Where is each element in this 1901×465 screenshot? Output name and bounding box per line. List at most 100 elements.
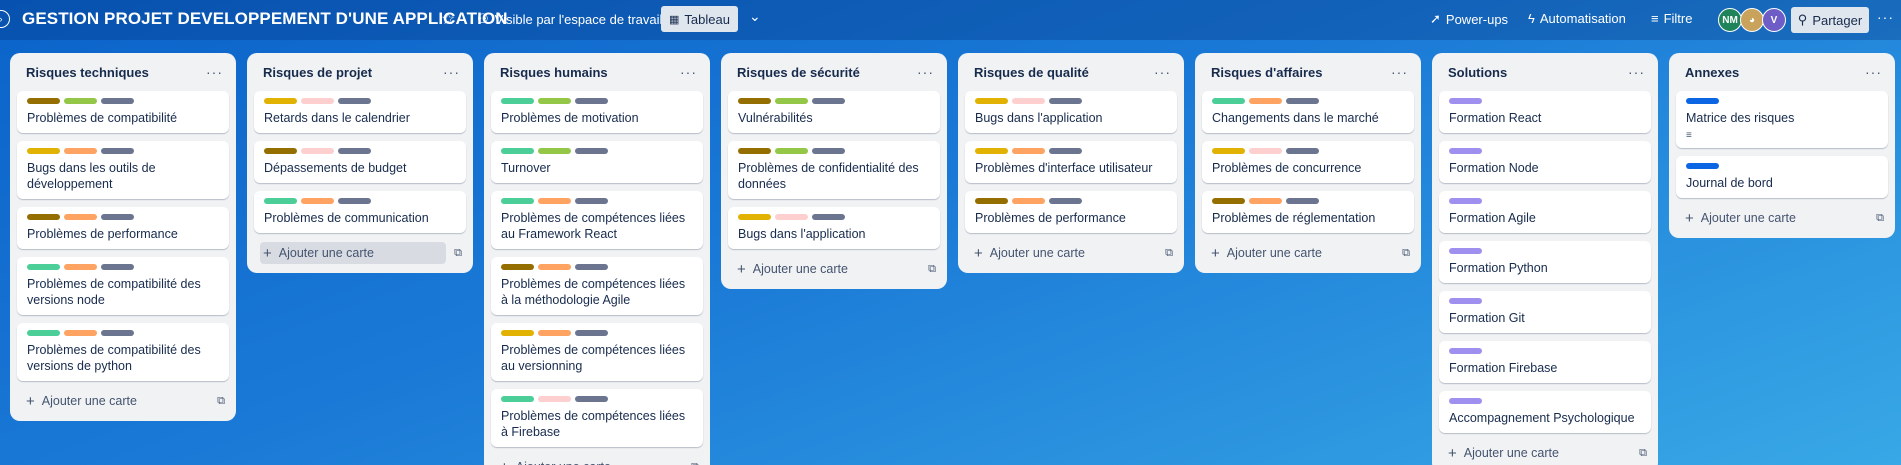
card-label-orange[interactable]	[1012, 198, 1045, 204]
card-label-green[interactable]	[501, 396, 534, 402]
card-label-gray[interactable]	[1049, 148, 1082, 154]
card[interactable]: Formation Python	[1439, 241, 1651, 283]
add-card-button[interactable]: + Ajouter une carte	[23, 390, 140, 412]
card-label-brown[interactable]	[738, 148, 771, 154]
list-title[interactable]: Risques de qualité	[974, 65, 1089, 80]
card-label-gray[interactable]	[575, 98, 608, 104]
card-label-purple[interactable]	[1449, 298, 1482, 304]
card-label-yellow[interactable]	[975, 148, 1008, 154]
card-label-orange[interactable]	[1012, 148, 1045, 154]
add-card-button[interactable]: + Ajouter une carte	[1682, 207, 1799, 229]
list-menu-icon[interactable]: ···	[443, 64, 460, 80]
card-label-purple[interactable]	[1449, 98, 1482, 104]
card[interactable]: Problèmes de performance	[17, 207, 229, 249]
card[interactable]: Formation Node	[1439, 141, 1651, 183]
card-label-gray[interactable]	[1286, 98, 1319, 104]
card[interactable]: Problèmes d'interface utilisateur	[965, 141, 1177, 183]
card-label-gray[interactable]	[101, 264, 134, 270]
card-label-orange[interactable]	[64, 330, 97, 336]
card-label-orange[interactable]	[538, 330, 571, 336]
card-label-lime[interactable]	[775, 148, 808, 154]
card-label-gray[interactable]	[812, 148, 845, 154]
card-label-brown[interactable]	[27, 214, 60, 220]
card-label-brown[interactable]	[1212, 198, 1245, 204]
template-icon[interactable]: ⧉	[1876, 212, 1884, 225]
card-label-blue[interactable]	[1686, 98, 1719, 104]
card-label-purple[interactable]	[1449, 248, 1482, 254]
card[interactable]: Journal de bord	[1676, 156, 1888, 198]
card[interactable]: Problèmes de réglementation	[1202, 191, 1414, 233]
card[interactable]: Problèmes de compatibilité des versions …	[17, 323, 229, 381]
card[interactable]: Problèmes de compatibilité	[17, 91, 229, 133]
card[interactable]: Turnover	[491, 141, 703, 183]
visibility-button[interactable]: ⚇ Visible par l'espace de travail	[477, 11, 662, 27]
card-label-gray[interactable]	[338, 148, 371, 154]
card-label-gray[interactable]	[575, 396, 608, 402]
template-icon[interactable]: ⧉	[217, 395, 225, 408]
card[interactable]: Problèmes de compatibilité des versions …	[17, 257, 229, 315]
card-label-gray[interactable]	[101, 98, 134, 104]
card-label-orange[interactable]	[64, 264, 97, 270]
automation-button[interactable]: ϟ Automatisation	[1528, 11, 1626, 26]
chevron-down-icon[interactable]: ⌄	[749, 8, 761, 25]
card[interactable]: Bugs dans l'application	[965, 91, 1177, 133]
card-label-brown[interactable]	[501, 264, 534, 270]
card-label-yellow[interactable]	[264, 98, 297, 104]
card-label-lime[interactable]	[538, 148, 571, 154]
avatar-photo[interactable]: ◕	[1740, 8, 1764, 32]
card-label-yellow[interactable]	[501, 330, 534, 336]
card-label-pink[interactable]	[775, 214, 808, 220]
list-menu-icon[interactable]: ···	[1865, 64, 1882, 80]
add-card-button[interactable]: + Ajouter une carte	[971, 242, 1088, 264]
card-label-yellow[interactable]	[738, 214, 771, 220]
card[interactable]: Formation Agile	[1439, 191, 1651, 233]
card-label-pink[interactable]	[1012, 98, 1045, 104]
list-menu-icon[interactable]: ···	[206, 64, 223, 80]
card-label-orange[interactable]	[1249, 98, 1282, 104]
card-label-orange[interactable]	[64, 148, 97, 154]
card[interactable]: Problèmes de compétences liées à la méth…	[491, 257, 703, 315]
sidebar-toggle-icon[interactable]: ›	[0, 10, 10, 28]
card-label-green[interactable]	[501, 148, 534, 154]
card[interactable]: Problèmes de compétences liées à Firebas…	[491, 389, 703, 447]
card[interactable]: Vulnérabilités	[728, 91, 940, 133]
card-label-orange[interactable]	[301, 198, 334, 204]
card-label-lime[interactable]	[64, 98, 97, 104]
card-label-gray[interactable]	[338, 198, 371, 204]
template-icon[interactable]: ⧉	[454, 247, 462, 260]
card-label-orange[interactable]	[538, 264, 571, 270]
card-label-yellow[interactable]	[27, 148, 60, 154]
avatar[interactable]: V	[1762, 8, 1786, 32]
template-icon[interactable]: ⧉	[928, 263, 936, 276]
card-label-purple[interactable]	[1449, 348, 1482, 354]
card-label-brown[interactable]	[975, 198, 1008, 204]
card[interactable]: Problèmes de performance	[965, 191, 1177, 233]
card[interactable]: Problèmes de communication	[254, 191, 466, 233]
card-label-green[interactable]	[27, 330, 60, 336]
filter-button[interactable]: ≡ Filtre	[1651, 11, 1692, 26]
card-label-pink[interactable]	[1249, 148, 1282, 154]
card-label-pink[interactable]	[301, 98, 334, 104]
card-label-gray[interactable]	[101, 214, 134, 220]
avatar[interactable]: NM	[1718, 8, 1742, 32]
card-label-gray[interactable]	[1049, 198, 1082, 204]
card-label-brown[interactable]	[738, 98, 771, 104]
card-label-pink[interactable]	[538, 396, 571, 402]
card-label-gray[interactable]	[575, 198, 608, 204]
list-title[interactable]: Risques techniques	[26, 65, 149, 80]
list-menu-icon[interactable]: ···	[1391, 64, 1408, 80]
card-label-green[interactable]	[501, 198, 534, 204]
card[interactable]: Problèmes de confidentialité des données	[728, 141, 940, 199]
template-icon[interactable]: ⧉	[1639, 447, 1647, 460]
card-label-gray[interactable]	[575, 148, 608, 154]
list-title[interactable]: Risques humains	[500, 65, 608, 80]
card-label-green[interactable]	[27, 264, 60, 270]
list-menu-icon[interactable]: ···	[1154, 64, 1171, 80]
card[interactable]: Bugs dans les outils de développement	[17, 141, 229, 199]
add-card-button[interactable]: + Ajouter une carte	[734, 258, 851, 280]
card[interactable]: Formation Firebase	[1439, 341, 1651, 383]
card[interactable]: Bugs dans l'application	[728, 207, 940, 249]
card-label-yellow[interactable]	[975, 98, 1008, 104]
list-title[interactable]: Solutions	[1448, 65, 1507, 80]
more-icon[interactable]: ···	[1877, 9, 1894, 25]
